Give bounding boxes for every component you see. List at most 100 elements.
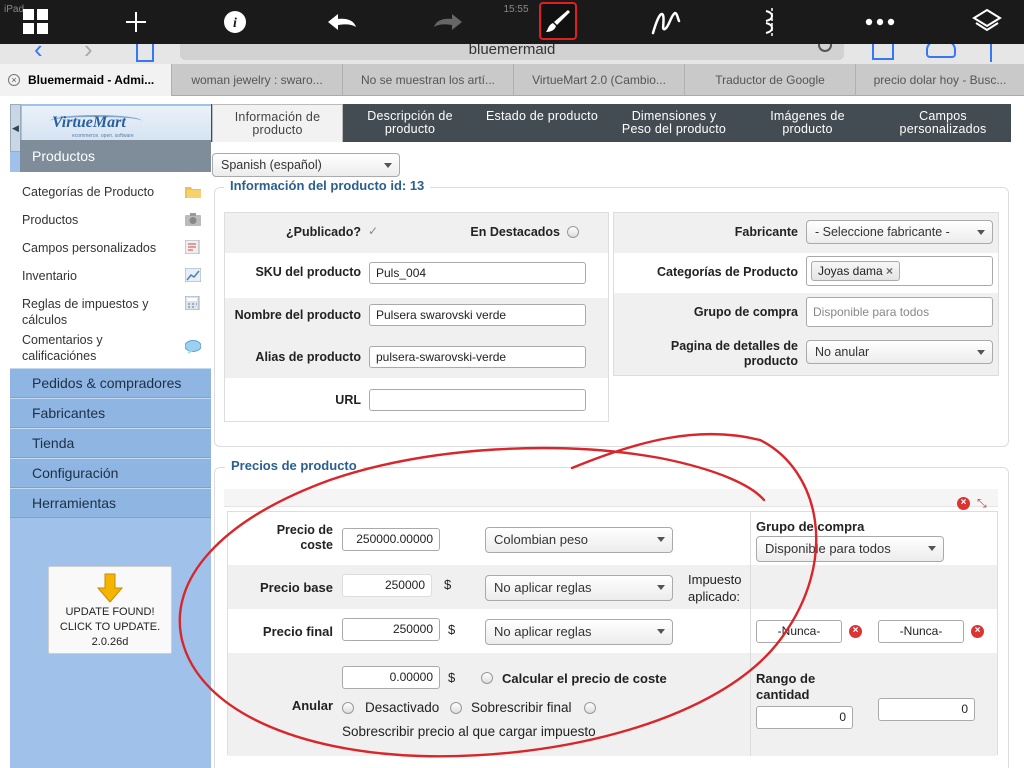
- browser-tab[interactable]: No se muestran los artí...: [342, 64, 513, 96]
- tab-label: producto: [252, 122, 303, 137]
- published-checkbox[interactable]: ✓: [368, 224, 378, 238]
- tab-label: Estado de producto: [485, 109, 598, 123]
- logo-text: VirtueMart: [52, 114, 126, 131]
- close-icon[interactable]: ×: [886, 264, 893, 278]
- pen-icon[interactable]: [646, 4, 686, 40]
- calculator-icon: [185, 296, 200, 310]
- brush-icon[interactable]: [539, 2, 577, 40]
- quantity-end-input[interactable]: 0: [878, 698, 975, 721]
- more-icon[interactable]: [860, 4, 900, 40]
- sidebar-nav-tienda[interactable]: Tienda: [10, 428, 211, 458]
- final-price-input[interactable]: 250000: [342, 618, 440, 641]
- browser-tab-label: Bluemermaid - Admi...: [28, 73, 155, 87]
- base-price-input[interactable]: 250000: [342, 574, 432, 597]
- category-tag: Joyas dama ×: [811, 261, 901, 281]
- forward-icon[interactable]: ›: [84, 44, 93, 64]
- tab-informacion[interactable]: Información de producto: [212, 104, 343, 142]
- categories-input[interactable]: Joyas dama ×: [806, 256, 993, 286]
- radio-disabled[interactable]: [342, 702, 354, 714]
- browser-tab[interactable]: woman jewelry : swaro...: [171, 64, 342, 96]
- detail-page-select[interactable]: No anular: [806, 340, 993, 364]
- calc-cost-checkbox[interactable]: [481, 672, 493, 684]
- grid-icon[interactable]: [16, 4, 56, 40]
- browser-tab-bar: × Bluemermaid - Admi... woman jewelry : …: [0, 64, 1024, 96]
- featured-checkbox[interactable]: [567, 226, 579, 238]
- browser-tab[interactable]: Traductor de Google: [684, 64, 855, 96]
- share-icon[interactable]: [872, 44, 894, 60]
- close-icon[interactable]: ×: [8, 74, 20, 86]
- price-shopper-group-select[interactable]: Disponible para todos: [756, 536, 944, 562]
- tab-campos[interactable]: Campos personalizados: [875, 104, 1011, 142]
- scissors-icon[interactable]: [752, 4, 792, 40]
- sidebar-item-label: Comentarios y calificaciónes: [22, 333, 103, 363]
- sidebar-item-productos[interactable]: Productos: [10, 206, 211, 234]
- sidebar-nav-herramientas[interactable]: Herramientas: [10, 488, 211, 518]
- sidebar-item-inventario[interactable]: Inventario: [10, 262, 211, 290]
- quantity-start-input[interactable]: 0: [756, 706, 853, 729]
- bookmarks-icon[interactable]: [136, 44, 154, 62]
- sidebar-section-productos[interactable]: Productos: [20, 140, 211, 172]
- cloud-icon[interactable]: [926, 44, 956, 58]
- sidebar-item-comentarios[interactable]: Comentarios y calificaciónes: [10, 333, 211, 363]
- sidebar-item-reglas[interactable]: Reglas de impuestos y cálculos: [10, 290, 211, 334]
- browser-tab[interactable]: precio dolar hoy - Busc...: [855, 64, 1024, 96]
- url-input[interactable]: [369, 389, 586, 411]
- radio-overwrite-tax[interactable]: [584, 702, 596, 714]
- update-button[interactable]: UPDATE FOUND! CLICK TO UPDATE. 2.0.26d: [48, 566, 172, 654]
- final-price-label: Precio final: [262, 624, 333, 639]
- language-select[interactable]: Spanish (español): [212, 153, 400, 177]
- cost-price-label-line: Precio de: [276, 523, 333, 537]
- sidebar-nav-configuracion[interactable]: Configuración: [10, 458, 211, 488]
- logo-tagline: ecommerce. open. software: [72, 133, 134, 139]
- url-field[interactable]: bluemermaid: [180, 44, 844, 60]
- info-icon[interactable]: i: [215, 4, 255, 40]
- tab-imagenes[interactable]: Imágenes de producto: [740, 104, 875, 142]
- sidebar-nav-pedidos[interactable]: Pedidos & compradores: [10, 368, 211, 398]
- alias-input[interactable]: pulsera-swarovski-verde: [369, 346, 586, 368]
- address-bar: ‹ › bluemermaid: [0, 44, 1024, 64]
- redo-icon[interactable]: [428, 4, 468, 40]
- calc-cost-label: Calcular el precio de coste: [502, 671, 667, 686]
- currency-select[interactable]: Colombian peso: [485, 527, 673, 553]
- tax-applied-line: Impuesto: [688, 572, 742, 587]
- cost-price-input[interactable]: 250000.00000: [342, 528, 440, 551]
- radio-overwrite-final[interactable]: [450, 702, 462, 714]
- manufacturer-select[interactable]: - Seleccione fabricante -: [806, 220, 993, 244]
- tab-descripcion[interactable]: Descripción de producto: [344, 104, 476, 142]
- status-time: 15:55: [503, 4, 529, 15]
- new-tab-icon[interactable]: [990, 44, 992, 62]
- sku-input[interactable]: Puls_004: [369, 262, 586, 284]
- layers-icon[interactable]: [967, 4, 1007, 40]
- tab-estado[interactable]: Estado de producto: [476, 104, 608, 142]
- product-name-input[interactable]: Pulsera swarovski verde: [369, 304, 586, 326]
- sidebar-item-campos[interactable]: Campos personalizados: [10, 234, 211, 262]
- cost-price-label-line: coste: [300, 538, 333, 552]
- expand-icon[interactable]: ⤡: [977, 496, 991, 510]
- overwrite-tax-label: Sobrescribir precio al que cargar impues…: [342, 724, 596, 739]
- back-icon[interactable]: ‹: [34, 44, 43, 64]
- delete-price-icon[interactable]: ×: [957, 497, 970, 510]
- chevron-down-icon: [928, 546, 936, 551]
- chevron-down-icon: [657, 585, 665, 590]
- base-rule-select[interactable]: No aplicar reglas: [485, 575, 673, 601]
- tab-dimensiones[interactable]: Dimensiones y Peso del producto: [608, 104, 740, 142]
- sidebar-item-categorias[interactable]: Categorías de Producto: [10, 178, 211, 206]
- detail-page-label: Pagina de detalles de producto: [613, 339, 798, 369]
- final-rule-select[interactable]: No aplicar reglas: [485, 619, 673, 645]
- date-from-input[interactable]: -Nunca-: [756, 620, 842, 643]
- clear-date-from-icon[interactable]: ×: [849, 625, 862, 638]
- undo-icon[interactable]: [322, 4, 362, 40]
- sidebar-item-label: Inventario: [22, 269, 77, 283]
- update-line1: UPDATE FOUND!: [65, 606, 155, 618]
- manufacturer-select-value: - Seleccione fabricante -: [815, 225, 950, 239]
- browser-tab-active[interactable]: × Bluemermaid - Admi...: [0, 64, 171, 96]
- shopper-group-input[interactable]: Disponible para todos: [806, 297, 993, 327]
- override-price-input[interactable]: 0.00000: [342, 666, 440, 689]
- sidebar-item-label: Categorías de Producto: [22, 185, 155, 199]
- sidebar-nav-fabricantes[interactable]: Fabricantes: [10, 398, 211, 428]
- language-select-value: Spanish (español): [221, 158, 322, 172]
- plus-icon[interactable]: [116, 4, 156, 40]
- browser-tab[interactable]: VirtueMart 2.0 (Cambio...: [513, 64, 684, 96]
- clear-date-to-icon[interactable]: ×: [971, 625, 984, 638]
- date-to-input[interactable]: -Nunca-: [878, 620, 964, 643]
